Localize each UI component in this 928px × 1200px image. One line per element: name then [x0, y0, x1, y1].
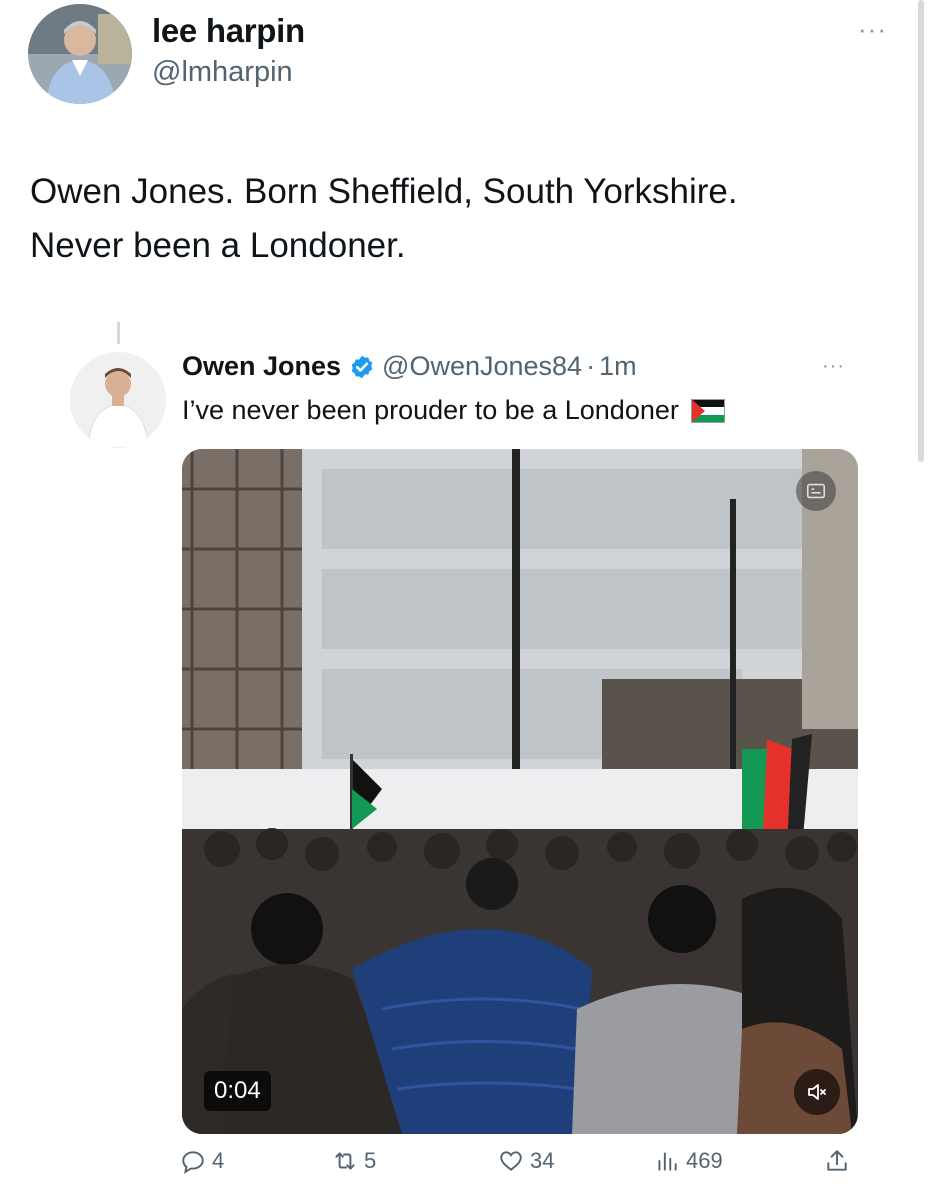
video-duration: 0:04	[204, 1071, 271, 1111]
volume-muted-icon[interactable]	[794, 1069, 840, 1115]
quoted-timestamp[interactable]: 1m	[599, 351, 637, 382]
tweet-text-line-1: Owen Jones. Born Sheffield, South Yorksh…	[30, 172, 738, 211]
more-options-button[interactable]: ···	[858, 14, 887, 45]
author-handle[interactable]: @lmharpin	[152, 56, 293, 89]
scrollbar[interactable]	[918, 0, 924, 462]
repost-count: 5	[364, 1148, 377, 1173]
views-chart-icon	[658, 1152, 677, 1171]
repost-button[interactable]: 5	[332, 1148, 376, 1174]
views-button[interactable]: 469	[654, 1148, 723, 1174]
repost-icon	[335, 1152, 355, 1170]
separator-dot: ·	[586, 351, 596, 381]
verified-badge-icon	[349, 354, 375, 380]
video-frame	[182, 449, 858, 1134]
quoted-author-avatar[interactable]	[70, 352, 166, 448]
quoted-author-name[interactable]: Owen Jones	[182, 351, 341, 382]
share-button[interactable]	[824, 1148, 856, 1174]
quoted-text: I’ve never been prouder to be a Londoner	[182, 395, 725, 426]
reply-count: 4	[212, 1148, 225, 1173]
share-icon	[827, 1150, 847, 1171]
reply-button[interactable]: 4	[180, 1148, 224, 1174]
tweet-text: Owen Jones. Born Sheffield, South Yorksh…	[30, 165, 900, 273]
gif-badge-icon[interactable]	[796, 471, 836, 511]
action-bar: 4 5 34 469	[180, 1148, 860, 1188]
views-count: 469	[686, 1148, 723, 1173]
like-button[interactable]: 34	[498, 1148, 554, 1174]
author-avatar[interactable]	[28, 4, 132, 104]
quoted-author-handle[interactable]: @OwenJones84	[382, 351, 582, 382]
tweet-text-line-2: Never been a Londoner.	[30, 226, 406, 265]
heart-icon	[500, 1151, 522, 1171]
thread-line	[117, 322, 120, 344]
quoted-header: Owen Jones @OwenJones84 · 1m	[182, 351, 637, 382]
author-name[interactable]: lee harpin	[152, 12, 305, 50]
quoted-text-body: I’ve never been prouder to be a Londoner	[182, 395, 679, 425]
like-count: 34	[530, 1148, 555, 1173]
reply-icon	[182, 1151, 204, 1174]
quoted-more-options-button[interactable]: ···	[822, 355, 845, 378]
video-media[interactable]: 0:04	[182, 449, 858, 1134]
palestine-flag-icon	[690, 398, 725, 423]
